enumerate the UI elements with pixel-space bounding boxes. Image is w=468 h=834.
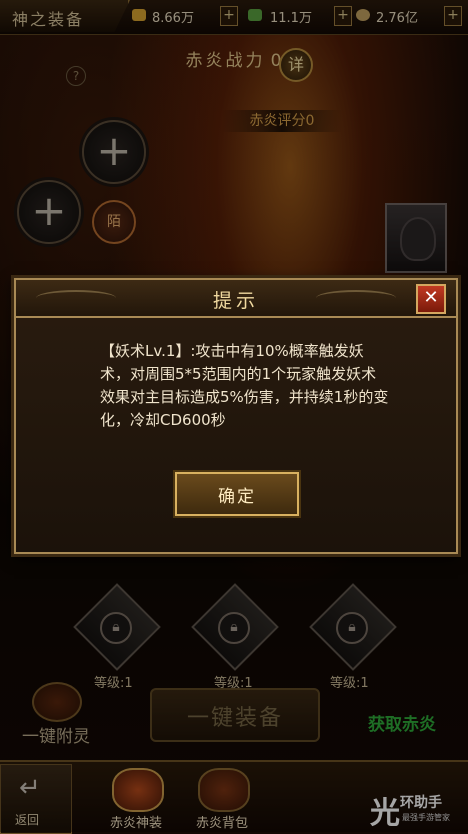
close-button[interactable]: ✕ <box>416 284 446 314</box>
dialog-message: 【妖术Lv.1】:攻击中有10%概率触发妖术，对周围5*5范围内的1个玩家触发妖… <box>100 342 389 429</box>
dialog-title: 提示 <box>212 290 259 312</box>
confirm-button[interactable]: 确定 <box>175 472 299 516</box>
tip-dialog: 提示 ✕ 【妖术Lv.1】:攻击中有10%概率触发妖术，对周围5*5范围内的1个… <box>14 278 458 554</box>
dialog-header: 提示 ✕ <box>16 280 456 318</box>
confirm-label: 确定 <box>218 487 256 507</box>
